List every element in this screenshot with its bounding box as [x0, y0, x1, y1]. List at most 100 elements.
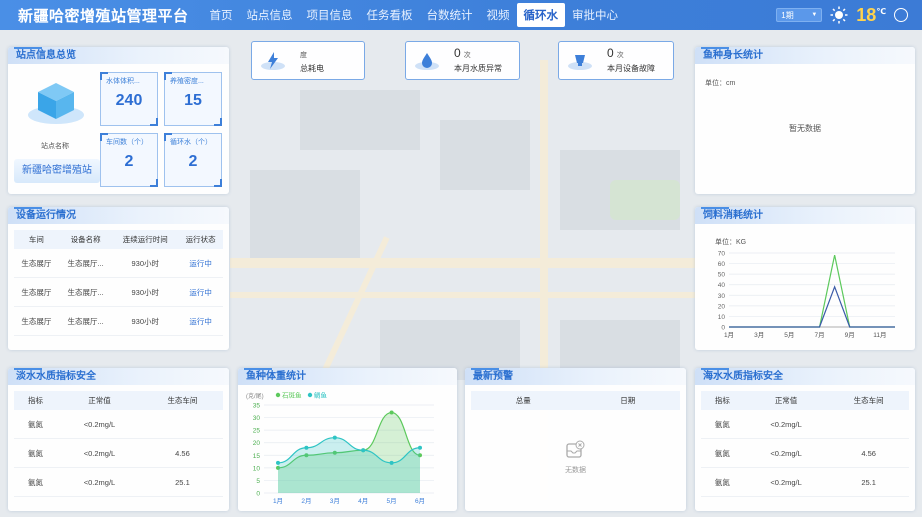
cell-normal-value: <0.2mg/L	[57, 410, 142, 439]
table-row[interactable]: 生态展厅 生态展厅... 930小时 运行中	[14, 249, 223, 278]
y-tick-label: 10	[718, 314, 726, 321]
table-row[interactable]: 生态展厅 生态展厅... 930小时 运行中	[14, 277, 223, 307]
y-tick-label: 5	[256, 478, 260, 485]
column-header: 正常值	[57, 391, 142, 410]
empty-message: 无数据	[565, 467, 586, 474]
temperature: 18℃	[856, 4, 886, 25]
circulation-count-value: 2	[188, 153, 198, 170]
cell-normal-value: <0.2mg/L	[743, 438, 829, 468]
table-row[interactable]: 氨氮 <0.2mg/L	[701, 410, 909, 439]
unit-label: 单位：cm	[705, 80, 736, 87]
stat-water-anomaly: 0 次本月水质异常	[405, 41, 520, 80]
x-tick-label: 1月	[273, 497, 283, 505]
cell-workshop-value	[828, 410, 909, 439]
cell-workshop-value: 4.56	[141, 438, 223, 468]
column-header: 运行状态	[178, 230, 223, 249]
empty-box-icon	[565, 440, 585, 465]
sun-icon	[830, 6, 848, 24]
fish-weight-panel: 鱼种体重统计 (克/尾) 石斑鱼 鲷鱼 0 5 10 15 20 25 30 35 1月 2月 3月 4月 5…	[238, 368, 457, 511]
nav-project-info[interactable]: 项目信息	[300, 0, 360, 30]
cell-workshop: 生态展厅	[14, 249, 59, 278]
table-row[interactable]: 生态展厅 生态展厅... 930小时 运行中	[14, 306, 223, 336]
device-fault-icon	[567, 51, 593, 71]
cell-normal-value: <0.2mg/L	[57, 438, 142, 468]
circulation-count-label: 循环水（个）	[170, 139, 212, 146]
y-tick-label: 0	[721, 325, 725, 332]
x-tick-label: 2月	[301, 497, 311, 505]
user-icon[interactable]	[894, 8, 908, 22]
cell-workshop-value	[141, 410, 223, 439]
cell-indicator: 氨氮	[701, 438, 744, 468]
column-header: 正常值	[743, 391, 829, 410]
circulation-count-card: 循环水（个） 2	[164, 133, 222, 187]
fish-length-panel: 鱼种身长统计 单位：cm 暂无数据	[695, 47, 915, 194]
cell-normal-value: <0.2mg/L	[743, 410, 829, 439]
cell-runtime: 930小时	[112, 277, 179, 307]
stat-water-anomaly-unit: 次	[463, 51, 471, 59]
fresh-water-quality-panel: 淡水水质指标安全 指标 正常值 生态车间 氨氮 <0.2mg/L 氨氮 <0.2…	[8, 368, 229, 511]
y-tick-label: 0	[256, 491, 260, 498]
x-tick-label: 11月	[873, 331, 886, 339]
column-header: 指标	[701, 391, 744, 410]
data-point	[304, 445, 309, 450]
cell-device: 生态展厅...	[58, 277, 113, 307]
cell-indicator: 氨氮	[701, 410, 744, 439]
table-row[interactable]: 氨氮 <0.2mg/L	[14, 410, 223, 439]
nav-video[interactable]: 视频	[480, 0, 517, 30]
feed-consumption-panel: 饲料消耗统计 单位：KG 0 10 20 30 40 50 60 70 1月 3月 5月 7月 9月 11…	[695, 207, 915, 350]
stat-power-unit: 度	[300, 51, 307, 59]
table-row[interactable]: 氨氮 <0.2mg/L 25.1	[14, 467, 223, 497]
nav-home[interactable]: 首页	[203, 0, 240, 30]
y-tick-label: 40	[718, 282, 726, 289]
main-nav: 首页 站点信息 项目信息 任务看板 台数统计 视频 循环水 审批中心	[203, 0, 626, 30]
period-select[interactable]: 1期 ▼	[776, 8, 823, 22]
sea-water-quality-panel: 海水水质指标安全 指标 正常值 生态车间 氨氮 <0.2mg/L 氨氮 <0.2…	[695, 368, 915, 511]
panel-title: 鱼种体重统计	[238, 368, 457, 385]
app-title: 新疆哈密增殖站管理平台	[18, 7, 189, 25]
y-axis-label: (克/尾)	[246, 392, 264, 400]
y-tick-label: 20	[253, 440, 261, 447]
stat-device-fault-value: 0	[607, 45, 614, 60]
chevron-down-icon: ▼	[811, 12, 818, 18]
x-tick-label: 3月	[330, 497, 340, 505]
x-tick-label: 9月	[845, 331, 855, 339]
legend-label: 石斑鱼	[282, 391, 302, 400]
x-tick-label: 5月	[387, 497, 397, 505]
y-tick-label: 50	[718, 272, 726, 279]
table-row[interactable]: 氨氮 <0.2mg/L 4.56	[14, 438, 223, 468]
water-quality-icon	[414, 51, 440, 71]
table-row[interactable]: 氨氮 <0.2mg/L 25.1	[701, 467, 909, 497]
stat-water-anomaly-value: 0	[454, 45, 461, 60]
data-point	[389, 410, 394, 415]
column-header: 总量	[471, 391, 576, 410]
fish-weight-area-chart: (克/尾) 石斑鱼 鲷鱼 0 5 10 15 20 25 30 35 1月 2月 3月 4月 5月 6月	[246, 391, 434, 505]
nav-recirculating-water[interactable]: 循环水	[516, 3, 566, 27]
latest-warning-panel: 最新预警 总量 日期 无数据	[465, 368, 686, 511]
table-row[interactable]: 氨氮 <0.2mg/L 4.56	[701, 438, 909, 468]
site-name-value: 新疆哈密增殖站	[14, 159, 100, 183]
nav-task-board[interactable]: 任务看板	[360, 0, 420, 30]
y-tick-label: 70	[718, 251, 726, 258]
cell-normal-value: <0.2mg/L	[57, 467, 142, 497]
nav-approval-center[interactable]: 审批中心	[565, 0, 625, 30]
power-icon	[260, 51, 286, 71]
legend-label: 鲷鱼	[314, 391, 328, 400]
cell-workshop: 生态展厅	[14, 277, 59, 307]
fresh-water-table: 指标 正常值 生态车间 氨氮 <0.2mg/L 氨氮 <0.2mg/L 4.56…	[14, 391, 223, 497]
empty-message: 暂无数据	[789, 124, 821, 133]
y-tick-label: 60	[718, 261, 726, 268]
column-header: 车间	[14, 230, 59, 249]
cell-workshop-value: 25.1	[141, 467, 223, 497]
nav-count-stats[interactable]: 台数统计	[420, 0, 480, 30]
cell-status: 运行中	[178, 277, 223, 307]
site-name-label: 站点名称	[41, 143, 69, 150]
period-select-value: 1期	[781, 10, 794, 20]
panel-title: 淡水水质指标安全	[8, 368, 229, 385]
sea-water-table: 指标 正常值 生态车间 氨氮 <0.2mg/L 氨氮 <0.2mg/L 4.56…	[701, 391, 909, 497]
legend-marker	[275, 392, 281, 398]
nav-site-info[interactable]: 站点信息	[240, 0, 300, 30]
breeding-density-card: 养殖密度... 15	[164, 72, 222, 126]
column-header: 日期	[575, 391, 680, 410]
data-point	[276, 460, 280, 465]
breeding-density-value: 15	[184, 92, 202, 109]
